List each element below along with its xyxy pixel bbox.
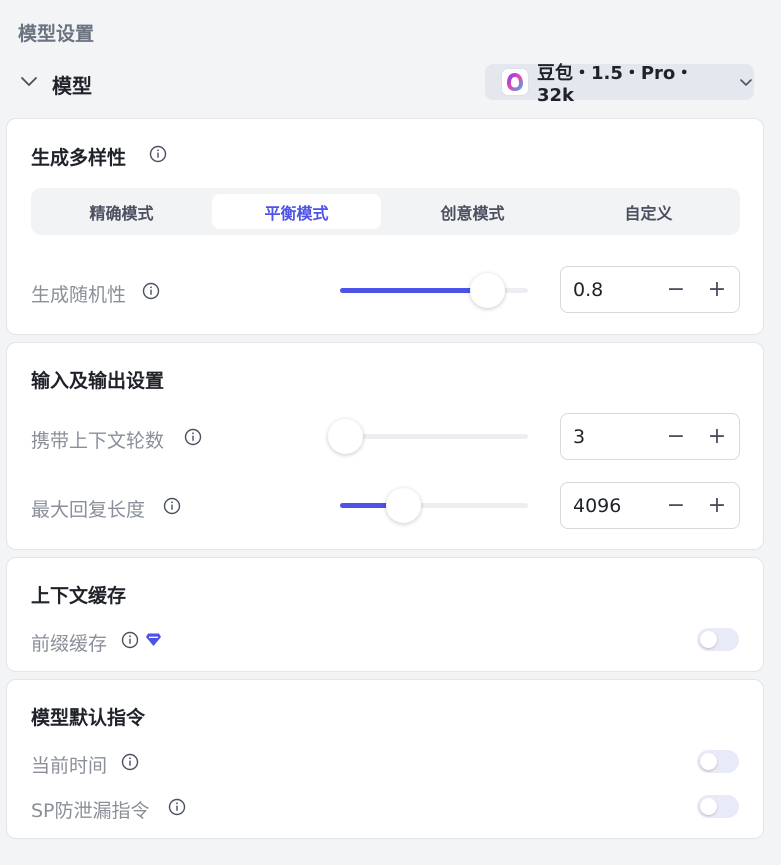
sp-leak-guard-label: SP防泄漏指令 — [31, 800, 150, 822]
io-card: 输入及输出设置 携带上下文轮数 3 − + 最大回复长度 4096 − + — [6, 342, 764, 550]
mode-creative[interactable]: 创意模式 — [388, 194, 557, 229]
model-section-label: 模型 — [52, 74, 92, 98]
cache-title: 上下文缓存 — [31, 585, 127, 607]
diversity-title: 生成多样性 — [31, 147, 127, 169]
mode-balanced[interactable]: 平衡模式 — [212, 194, 381, 229]
max-length-label: 最大回复长度 — [31, 499, 146, 521]
info-icon[interactable] — [168, 798, 186, 816]
stepper-value[interactable]: 4096 — [573, 495, 621, 517]
info-icon[interactable] — [121, 753, 139, 771]
current-time-label: 当前时间 — [31, 755, 108, 777]
info-icon[interactable] — [149, 145, 167, 163]
randomness-label: 生成随机性 — [31, 284, 127, 306]
info-icon[interactable] — [121, 631, 139, 649]
context-rounds-slider[interactable] — [327, 419, 528, 454]
mode-custom[interactable]: 自定义 — [564, 194, 733, 229]
slider-thumb[interactable] — [386, 488, 422, 523]
max-length-slider[interactable] — [340, 488, 528, 523]
info-icon[interactable] — [163, 497, 181, 515]
model-select-value: 豆包・1.5・Pro・32k — [536, 62, 694, 106]
toggle-knob — [700, 631, 717, 648]
chevron-down-icon[interactable] — [18, 70, 40, 92]
slider-thumb[interactable] — [469, 273, 505, 308]
plus-icon[interactable]: + — [704, 277, 730, 303]
randomness-slider[interactable] — [340, 273, 528, 308]
current-time-toggle[interactable] — [697, 750, 739, 773]
prefix-cache-label: 前缀缓存 — [31, 633, 108, 655]
default-instructions-card: 模型默认指令 当前时间 SP防泄漏指令 — [6, 679, 764, 839]
prefix-cache-toggle[interactable] — [697, 628, 739, 651]
context-rounds-stepper: 3 − + — [560, 413, 740, 460]
toggle-knob — [700, 753, 717, 770]
slider-thumb[interactable] — [327, 419, 363, 454]
slider-fill — [340, 288, 488, 293]
diversity-mode-selector: 精确模式 平衡模式 创意模式 自定义 — [31, 188, 740, 235]
cache-card: 上下文缓存 前缀缓存 — [6, 557, 764, 672]
minus-icon[interactable]: − — [663, 493, 689, 519]
model-select[interactable]: 豆包・1.5・Pro・32k — [485, 63, 754, 106]
stepper-value[interactable]: 0.8 — [573, 279, 603, 301]
stepper-value[interactable]: 3 — [573, 426, 585, 448]
default-instructions-title: 模型默认指令 — [31, 707, 146, 729]
minus-icon[interactable]: − — [663, 424, 689, 450]
info-icon[interactable] — [184, 428, 202, 446]
mode-precise[interactable]: 精确模式 — [37, 194, 206, 229]
max-length-stepper: 4096 − + — [560, 482, 740, 529]
context-rounds-label: 携带上下文轮数 — [31, 430, 165, 452]
info-icon[interactable] — [142, 282, 160, 300]
toggle-knob — [700, 798, 717, 815]
model-section-header[interactable]: 模型 豆包・1.5・Pro・32k — [14, 63, 754, 106]
plus-icon[interactable]: + — [704, 493, 730, 519]
chevron-down-icon — [740, 79, 752, 86]
diversity-card: 生成多样性 精确模式 平衡模式 创意模式 自定义 生成随机性 0.8 − + — [6, 118, 764, 335]
page-title: 模型设置 — [18, 23, 95, 45]
sp-leak-guard-toggle[interactable] — [697, 795, 739, 818]
plus-icon[interactable]: + — [704, 424, 730, 450]
model-logo-icon — [501, 68, 529, 96]
io-title: 输入及输出设置 — [31, 370, 165, 392]
randomness-stepper: 0.8 − + — [560, 266, 740, 313]
premium-gem-icon — [146, 633, 161, 646]
minus-icon[interactable]: − — [663, 277, 689, 303]
